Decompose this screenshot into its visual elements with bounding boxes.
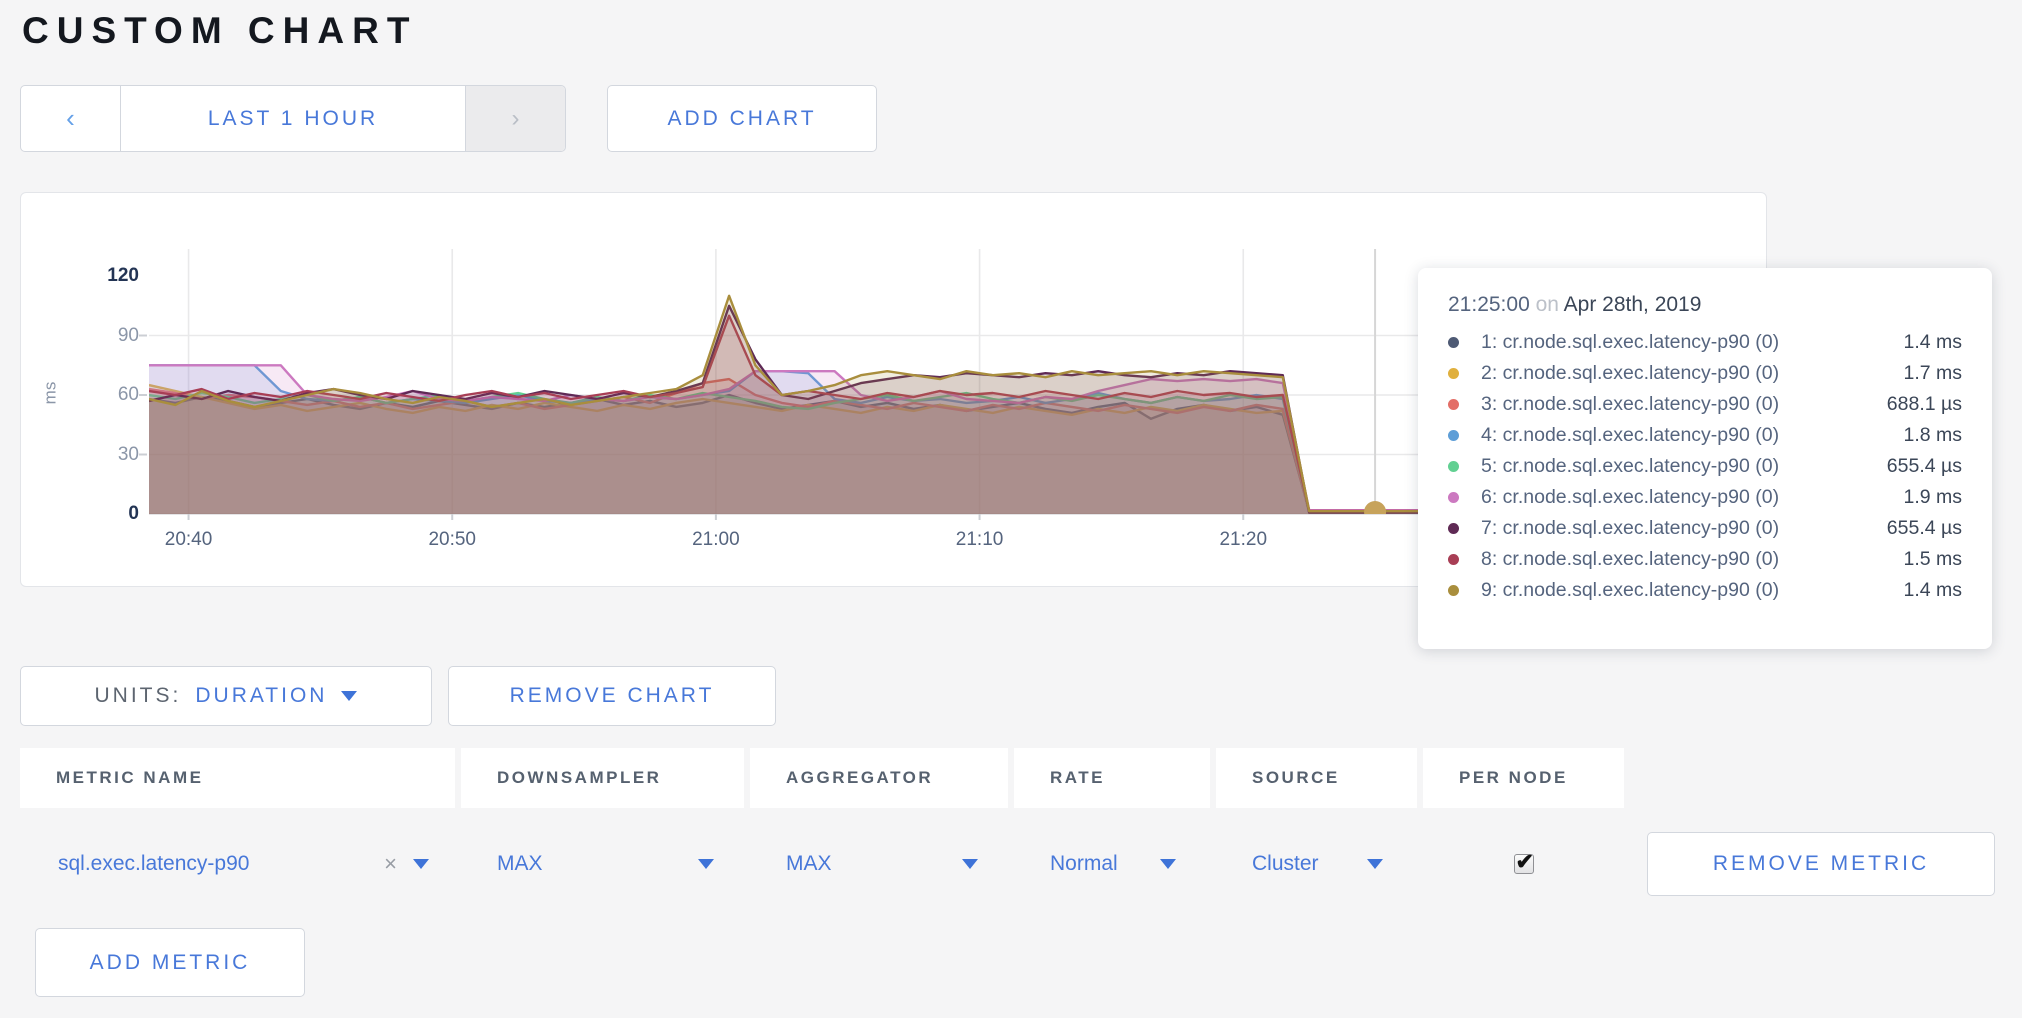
tooltip-series-row: 2: cr.node.sql.exec.latency-p90 (0)1.7 m…	[1448, 358, 1962, 389]
column-header-per-node: PER NODE	[1423, 748, 1624, 808]
chevron-down-icon[interactable]	[341, 691, 357, 701]
clear-metric-icon[interactable]: ×	[384, 851, 397, 877]
x-axis-tick-label: 21:00	[692, 529, 740, 551]
units-selected-value: DURATION	[195, 684, 327, 708]
add-metric-button[interactable]: ADD METRIC	[35, 928, 305, 997]
time-window-prev-button[interactable]: ‹	[21, 86, 121, 151]
column-header-rate: RATE	[1014, 748, 1210, 808]
tooltip-series-row: 9: cr.node.sql.exec.latency-p90 (0)1.4 m…	[1448, 575, 1962, 606]
chevron-down-icon	[1367, 859, 1383, 869]
tooltip-series-value: 1.8 ms	[1903, 424, 1962, 447]
y-axis-tick-label: 90	[79, 325, 139, 347]
page-title: CUSTOM CHART	[22, 10, 417, 52]
tooltip-series-row: 5: cr.node.sql.exec.latency-p90 (0)655.4…	[1448, 451, 1962, 482]
chevron-down-icon	[962, 859, 978, 869]
remove-chart-button[interactable]: REMOVE CHART	[448, 666, 776, 726]
tooltip-series-row: 6: cr.node.sql.exec.latency-p90 (0)1.9 m…	[1448, 482, 1962, 513]
column-header-aggregator: AGGREGATOR	[750, 748, 1008, 808]
rate-value: Normal	[1050, 852, 1118, 876]
hover-point-marker	[1364, 501, 1386, 523]
source-dropdown[interactable]: Cluster	[1252, 852, 1383, 876]
chart-hover-tooltip: 21:25:00 on Apr 28th, 2019 1: cr.node.sq…	[1418, 268, 1992, 649]
column-header-downsampler: DOWNSAMPLER	[461, 748, 744, 808]
tooltip-time: 21:25:00	[1448, 293, 1530, 316]
metric-name-value[interactable]: sql.exec.latency-p90	[58, 852, 249, 876]
tooltip-series-row: 4: cr.node.sql.exec.latency-p90 (0)1.8 m…	[1448, 420, 1962, 451]
y-axis-tick-label: 30	[79, 444, 139, 466]
tooltip-series-value: 1.7 ms	[1903, 362, 1962, 385]
column-header-metric-name: METRIC NAME	[20, 748, 455, 808]
tooltip-series-value: 655.4 µs	[1887, 517, 1962, 540]
series-color-dot-icon	[1448, 337, 1459, 348]
time-window-next-button[interactable]: ›	[465, 86, 565, 151]
tooltip-series-value: 1.5 ms	[1903, 548, 1962, 571]
x-axis-tick-label: 20:50	[428, 529, 476, 551]
tooltip-series-value: 655.4 µs	[1887, 455, 1962, 478]
tooltip-series-label: 4: cr.node.sql.exec.latency-p90 (0)	[1481, 424, 1903, 447]
tooltip-series-value: 1.4 ms	[1903, 331, 1962, 354]
series-color-dot-icon	[1448, 368, 1459, 379]
x-axis-tick-label: 21:10	[956, 529, 1004, 551]
series-color-dot-icon	[1448, 492, 1459, 503]
tooltip-on-word: on	[1536, 293, 1559, 316]
units-prefix-label: UNITS:	[95, 684, 182, 708]
series-color-dot-icon	[1448, 523, 1459, 534]
tooltip-date: Apr 28th, 2019	[1564, 293, 1702, 316]
y-axis-tick-label: 0	[79, 503, 139, 525]
source-value: Cluster	[1252, 852, 1319, 876]
column-header-source: SOURCE	[1216, 748, 1417, 808]
rate-dropdown[interactable]: Normal	[1050, 852, 1176, 876]
tooltip-series-label: 7: cr.node.sql.exec.latency-p90 (0)	[1481, 517, 1887, 540]
checkmark-icon: ✔	[1516, 849, 1534, 875]
x-axis-tick-label: 21:20	[1219, 529, 1267, 551]
tooltip-series-label: 1: cr.node.sql.exec.latency-p90 (0)	[1481, 331, 1903, 354]
chevron-left-icon: ‹	[66, 103, 75, 134]
tooltip-series-label: 8: cr.node.sql.exec.latency-p90 (0)	[1481, 548, 1903, 571]
remove-metric-button[interactable]: REMOVE METRIC	[1647, 832, 1995, 896]
tooltip-series-label: 2: cr.node.sql.exec.latency-p90 (0)	[1481, 362, 1903, 385]
units-dropdown[interactable]: UNITS: DURATION	[20, 666, 432, 726]
series-color-dot-icon	[1448, 585, 1459, 596]
metric-name-cell: sql.exec.latency-p90 ×	[20, 808, 455, 920]
tooltip-series-row: 8: cr.node.sql.exec.latency-p90 (0)1.5 m…	[1448, 544, 1962, 575]
series-color-dot-icon	[1448, 430, 1459, 441]
tooltip-series-label: 9: cr.node.sql.exec.latency-p90 (0)	[1481, 579, 1903, 602]
tooltip-series-row: 1: cr.node.sql.exec.latency-p90 (0)1.4 m…	[1448, 327, 1962, 358]
y-axis-tick-label: 60	[79, 384, 139, 406]
series-color-dot-icon	[1448, 461, 1459, 472]
column-header-actions	[1630, 748, 2002, 808]
time-window-range-button[interactable]: LAST 1 HOUR	[121, 86, 465, 151]
tooltip-series-label: 5: cr.node.sql.exec.latency-p90 (0)	[1481, 455, 1887, 478]
chevron-right-icon: ›	[512, 105, 520, 133]
tooltip-series-row: 3: cr.node.sql.exec.latency-p90 (0)688.1…	[1448, 389, 1962, 420]
aggregator-value: MAX	[786, 852, 832, 876]
add-chart-button[interactable]: ADD CHART	[607, 85, 877, 152]
x-axis-tick-label: 20:40	[165, 529, 213, 551]
series-color-dot-icon	[1448, 554, 1459, 565]
aggregator-dropdown[interactable]: MAX	[786, 852, 978, 876]
y-axis-unit-label: ms	[40, 382, 60, 405]
metric-table-row: sql.exec.latency-p90 × MAX MAX Normal Cl…	[20, 808, 2002, 920]
tooltip-timestamp: 21:25:00 on Apr 28th, 2019	[1448, 293, 1962, 317]
tooltip-series-value: 1.4 ms	[1903, 579, 1962, 602]
tooltip-series-row: 7: cr.node.sql.exec.latency-p90 (0)655.4…	[1448, 513, 1962, 544]
series-color-dot-icon	[1448, 399, 1459, 410]
chevron-down-icon[interactable]	[413, 859, 429, 869]
series-area	[149, 296, 1441, 514]
chevron-down-icon	[1160, 859, 1176, 869]
chevron-down-icon	[698, 859, 714, 869]
y-axis-tick-label: 120	[79, 265, 139, 287]
downsampler-dropdown[interactable]: MAX	[497, 852, 714, 876]
metrics-table-header: METRIC NAMEDOWNSAMPLERAGGREGATORRATESOUR…	[20, 748, 2002, 808]
tooltip-series-value: 1.9 ms	[1903, 486, 1962, 509]
tooltip-series-value: 688.1 µs	[1887, 393, 1962, 416]
time-window-selector: ‹ LAST 1 HOUR ›	[20, 85, 566, 152]
downsampler-value: MAX	[497, 852, 543, 876]
tooltip-series-label: 3: cr.node.sql.exec.latency-p90 (0)	[1481, 393, 1887, 416]
per-node-checkbox[interactable]: ✔	[1514, 854, 1534, 874]
tooltip-series-label: 6: cr.node.sql.exec.latency-p90 (0)	[1481, 486, 1903, 509]
